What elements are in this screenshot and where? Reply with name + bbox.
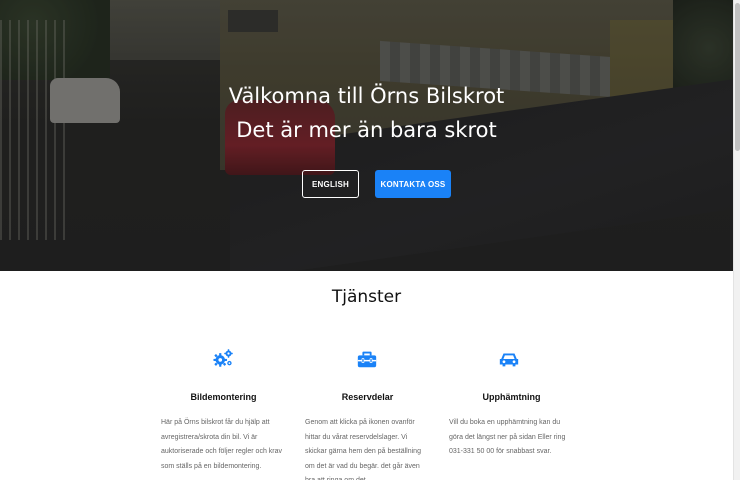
- service-description: Genom att klicka på ikonen ovanför hitta…: [305, 419, 421, 480]
- service-description: Här på Örns bilskrot får du hjälp att av…: [161, 419, 283, 470]
- services-heading: Tjänster: [331, 287, 402, 307]
- toolbox-icon[interactable]: [356, 348, 378, 370]
- service-title: Upphämtning: [482, 392, 541, 402]
- gears-icon[interactable]: [212, 348, 234, 370]
- service-description: Vill du boka en upphämtning kan du göra …: [449, 419, 566, 455]
- service-title: Reservdelar: [341, 392, 394, 402]
- hero-banner: Välkomna till Örns Bilskrot Det är mer ä…: [0, 0, 733, 271]
- contact-button[interactable]: KONTAKTA OSS: [375, 170, 451, 198]
- car-icon[interactable]: [498, 348, 520, 370]
- english-button[interactable]: ENGLISH: [302, 170, 359, 198]
- hero-subtitle: Det är mer än bara skrot: [236, 118, 497, 142]
- scrollbar-thumb[interactable]: [735, 3, 740, 151]
- hero-title: Välkomna till Örns Bilskrot: [228, 84, 505, 108]
- page-scrollbar[interactable]: [733, 0, 740, 480]
- service-title: Bildemontering: [190, 392, 257, 402]
